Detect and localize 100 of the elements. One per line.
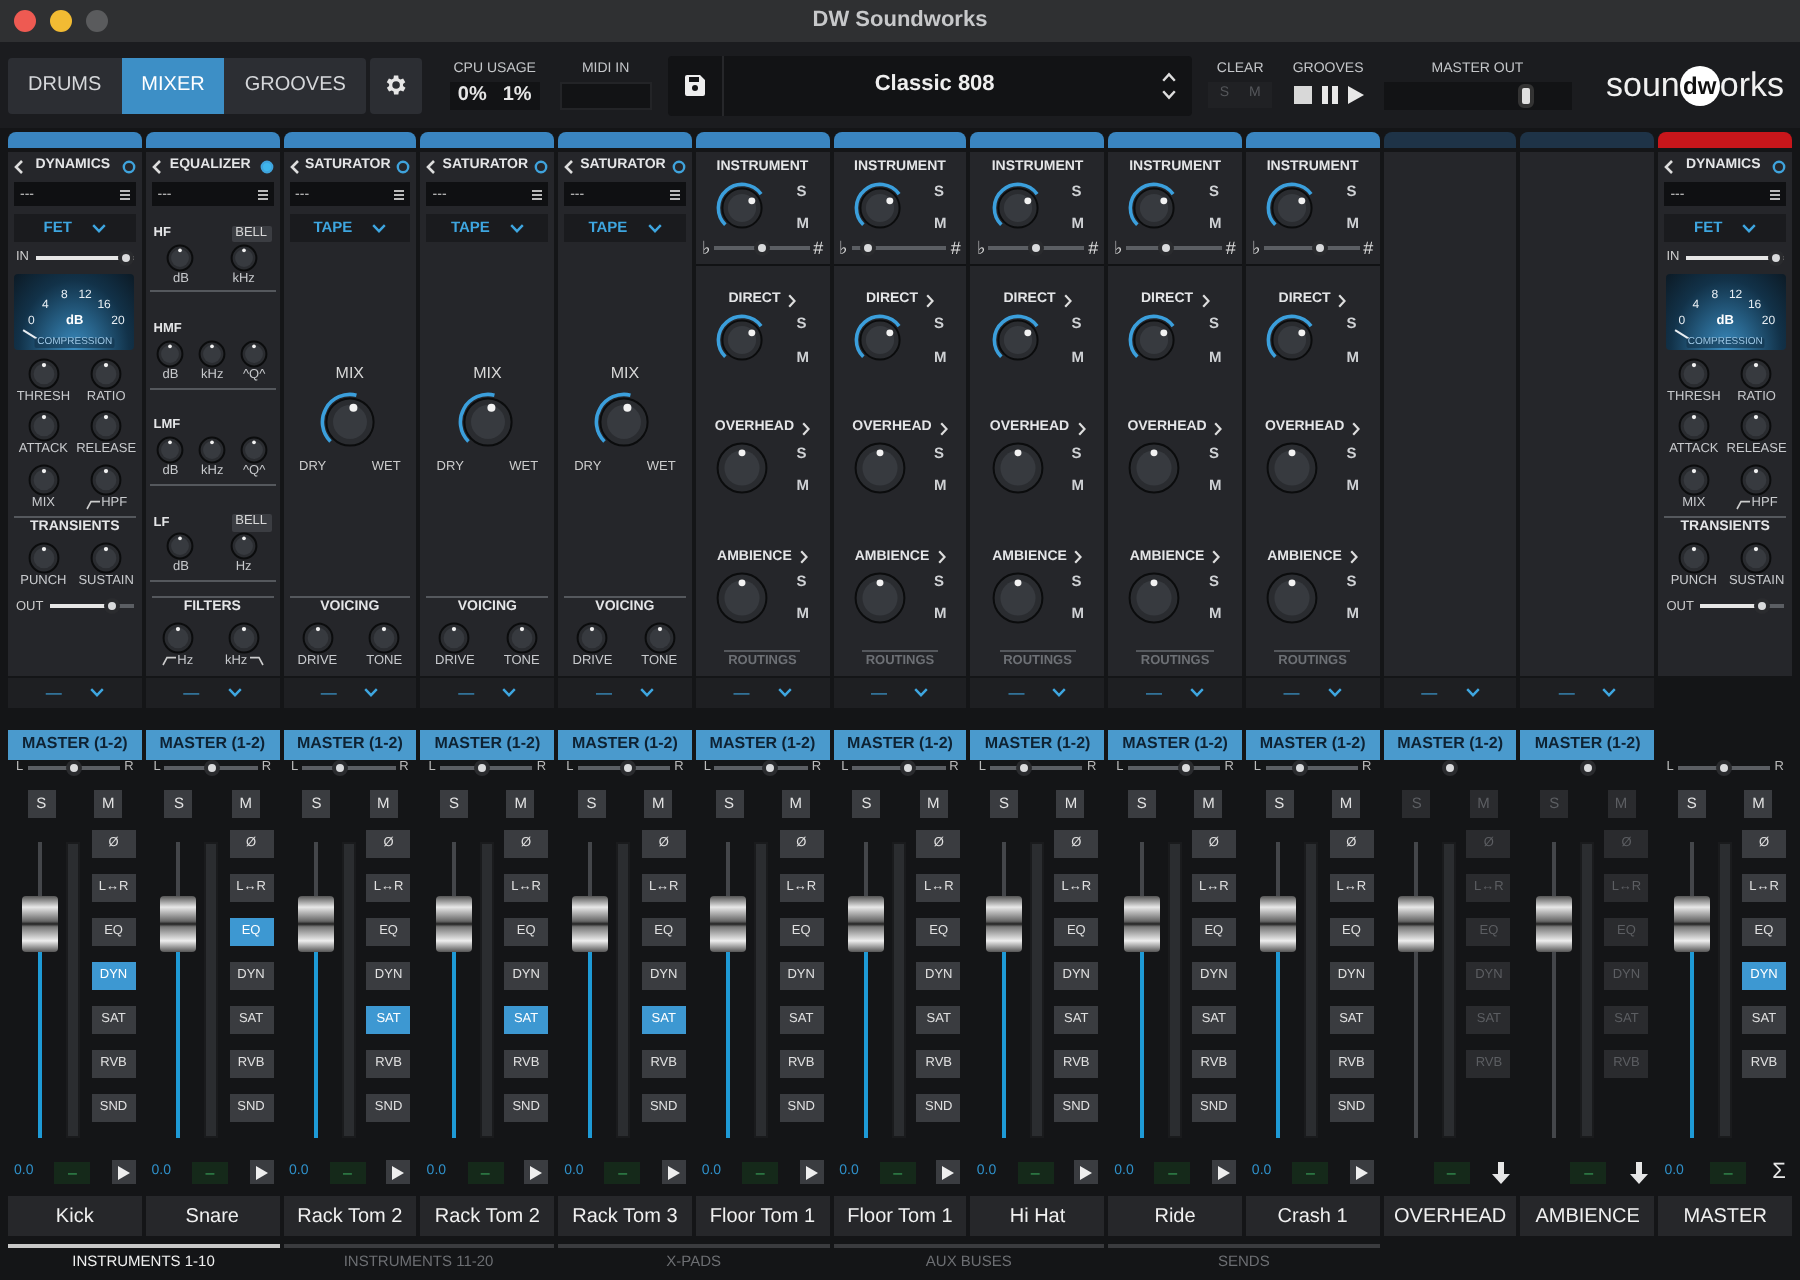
chevron-right-icon[interactable] [1212,550,1221,565]
chevron-right-icon[interactable] [939,422,948,437]
power-indicator[interactable] [121,160,136,174]
output-button[interactable]: MASTER (1-2) [1245,729,1380,759]
slider-thumb[interactable] [1177,760,1194,776]
chevron-right-icon[interactable] [1077,422,1086,437]
chevron-right-icon[interactable] [1201,293,1210,308]
knob[interactable] [594,391,655,451]
preset-selector[interactable]: Classic 808 [667,55,1192,115]
back-icon[interactable] [289,160,300,174]
play-button[interactable] [1074,1160,1099,1184]
knob[interactable] [715,181,768,234]
routing-dropdown[interactable]: — [833,678,967,708]
fader-thumb[interactable] [847,896,884,953]
menu-icon[interactable] [119,189,130,199]
fader-thumb[interactable] [710,896,747,953]
minimize-button[interactable] [50,10,72,32]
chevron-right-icon[interactable] [937,550,946,565]
play-button[interactable] [111,1160,136,1184]
power-indicator[interactable] [671,160,686,174]
power-indicator[interactable] [1772,160,1786,174]
menu-icon[interactable] [394,189,405,199]
slider-thumb[interactable] [1311,240,1328,256]
slider-thumb[interactable] [203,760,220,776]
output-button[interactable]: MASTER (1-2) [833,729,967,759]
output-button[interactable]: MASTER (1-2) [145,729,280,759]
play-button[interactable] [1211,1160,1236,1184]
routing-dropdown[interactable]: — [420,678,555,708]
menu-icon[interactable] [669,189,680,199]
chevron-right-icon[interactable] [1074,550,1083,565]
menu-icon[interactable] [532,189,543,199]
knob[interactable] [1266,314,1319,367]
slider-thumb[interactable] [761,760,778,776]
slider-thumb[interactable] [331,760,348,776]
slider-thumb[interactable] [117,249,134,266]
chevron-right-icon[interactable] [1349,550,1358,565]
routing-dropdown[interactable]: — [1245,678,1380,708]
output-button[interactable]: MASTER (1-2) [695,729,830,759]
down-arrow-icon[interactable] [1630,1161,1649,1183]
chevron-right-icon[interactable] [799,550,808,565]
chevron-right-icon[interactable] [1214,422,1223,437]
knob[interactable] [1266,181,1319,234]
knob[interactable] [1128,181,1181,234]
knob[interactable] [457,391,518,451]
back-icon[interactable] [426,160,437,174]
output-button[interactable]: MASTER (1-2) [1108,729,1242,759]
knob[interactable] [1128,314,1181,367]
output-button[interactable]: MASTER (1-2) [283,729,417,759]
fader-thumb[interactable] [297,896,334,953]
play-button[interactable] [661,1160,686,1184]
back-icon[interactable] [564,160,575,174]
routing-dropdown[interactable]: — [695,678,830,708]
chevron-down-icon[interactable] [1161,89,1176,99]
routing-dropdown[interactable]: — [145,678,280,708]
fader-thumb[interactable] [1260,896,1297,953]
output-button[interactable]: MASTER (1-2) [558,729,692,759]
output-button[interactable]: MASTER (1-2) [420,729,555,759]
play-button[interactable] [249,1160,274,1184]
chevron-right-icon[interactable] [788,293,797,308]
view-tab[interactable]: GROOVES [224,57,366,113]
power-indicator[interactable] [534,160,549,174]
stop-icon[interactable] [1293,86,1312,104]
settings-button[interactable] [369,57,422,113]
view-tab[interactable]: DRUMS [8,57,122,113]
fader-thumb[interactable] [572,896,609,953]
slider-thumb[interactable] [1716,760,1733,776]
chevron-right-icon[interactable] [926,293,935,308]
power-indicator[interactable] [396,160,411,174]
chevron-right-icon[interactable] [1352,422,1361,437]
slider-thumb[interactable] [1291,760,1308,776]
output-button[interactable]: MASTER (1-2) [970,729,1105,759]
slider-thumb[interactable] [1754,598,1771,615]
slider-thumb[interactable] [1016,760,1033,776]
slider-thumb[interactable] [103,598,120,615]
knob[interactable] [715,314,768,367]
back-icon[interactable] [1664,160,1675,174]
view-tab[interactable]: MIXER [121,57,225,113]
pause-icon[interactable] [1321,86,1338,104]
menu-icon[interactable] [1770,189,1780,199]
fader-thumb[interactable] [435,896,472,953]
chevron-right-icon[interactable] [802,422,811,437]
slider-thumb[interactable] [859,240,876,256]
routing-dropdown[interactable]: — [8,678,142,708]
slider-thumb[interactable] [474,760,491,776]
master-out-slider[interactable] [1383,81,1572,109]
fader-thumb[interactable] [985,896,1022,953]
play-button[interactable] [386,1160,411,1184]
routing-dropdown[interactable]: — [970,678,1105,708]
output-button[interactable]: MASTER (1-2) [8,729,142,759]
slider-thumb[interactable] [1517,83,1534,107]
slider-thumb[interactable] [619,760,636,776]
routing-dropdown[interactable]: — [558,678,692,708]
slider-thumb[interactable] [1158,240,1175,256]
knob[interactable] [853,314,906,367]
slider-thumb[interactable] [1028,240,1045,256]
slider-thumb[interactable] [1768,249,1784,266]
knob[interactable] [991,181,1043,234]
fader-thumb[interactable] [160,896,197,953]
knob[interactable] [319,391,380,451]
chevron-right-icon[interactable] [1063,293,1072,308]
